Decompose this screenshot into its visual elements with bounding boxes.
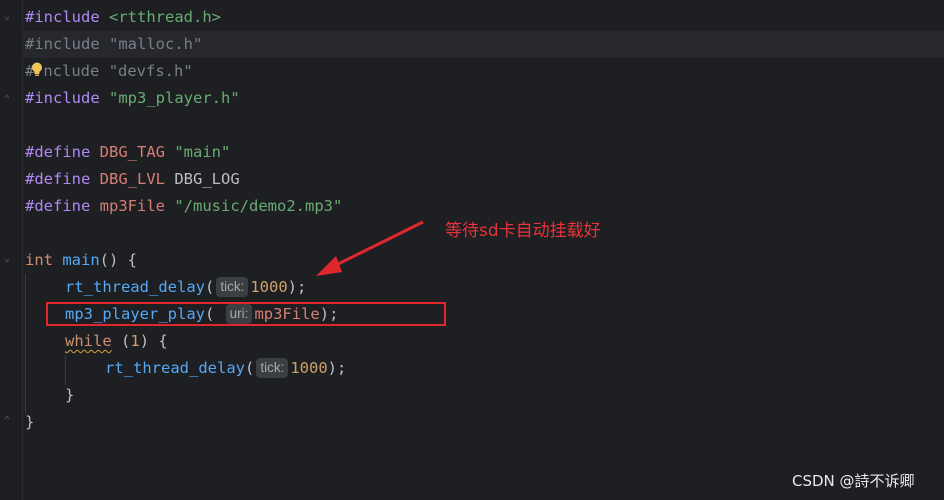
preprocessor-directive: #include bbox=[25, 89, 100, 107]
fold-marker-icon[interactable]: ⌄ bbox=[4, 254, 14, 264]
parameter-hint: tick: bbox=[256, 358, 289, 378]
closing-brace: } bbox=[25, 413, 35, 431]
lightbulb-icon[interactable] bbox=[31, 62, 43, 78]
indent-guide bbox=[65, 355, 66, 385]
code-line-13[interactable]: while (1) { bbox=[65, 328, 168, 355]
close-paren: ); bbox=[287, 278, 307, 296]
argument-value: 1000 bbox=[250, 278, 288, 296]
macro-value: "main" bbox=[174, 143, 231, 161]
code-line-15[interactable]: } bbox=[65, 382, 74, 409]
preprocessor-directive-tail: nclude bbox=[43, 62, 100, 80]
code-line-11[interactable]: rt_thread_delay(tick: 1000); bbox=[65, 274, 306, 301]
code-line-1[interactable]: #include <rtthread.h> bbox=[25, 4, 221, 31]
preprocessor-directive: #include bbox=[25, 8, 100, 26]
code-line-7[interactable]: #define DBG_LVL DBG_LOG bbox=[25, 166, 240, 193]
loop-condition: 1 bbox=[130, 332, 140, 350]
indent-guide bbox=[25, 274, 26, 414]
closing-brace: } bbox=[65, 386, 75, 404]
preprocessor-directive: #define bbox=[25, 197, 91, 215]
fold-marker-icon[interactable]: ⌄ bbox=[4, 12, 14, 22]
preprocessor-directive: #define bbox=[25, 170, 91, 188]
code-line-16[interactable]: } bbox=[25, 409, 34, 436]
preprocessor-directive: #include bbox=[25, 35, 100, 53]
fold-end-icon[interactable]: ⌃ bbox=[4, 95, 14, 105]
code-line-14[interactable]: rt_thread_delay(tick: 1000); bbox=[105, 355, 346, 382]
annotation-text: 等待sd卡自动挂载好 bbox=[445, 221, 601, 241]
preprocessor-directive: #define bbox=[25, 143, 91, 161]
open-paren: ( bbox=[111, 332, 131, 350]
highlight-box bbox=[46, 302, 446, 326]
argument-value: 1000 bbox=[290, 359, 328, 377]
code-line-6[interactable]: #define DBG_TAG "main" bbox=[25, 139, 230, 166]
open-paren: ( bbox=[204, 278, 215, 296]
function-call: rt_thread_delay bbox=[65, 278, 205, 296]
macro-name: DBG_LVL bbox=[99, 170, 165, 188]
macro-value: "/music/demo2.mp3" bbox=[174, 197, 343, 215]
code-line-3[interactable]: # nclude "devfs.h" bbox=[25, 58, 193, 85]
while-keyword: while bbox=[65, 332, 112, 350]
macro-name: DBG_TAG bbox=[99, 143, 165, 161]
macro-value: DBG_LOG bbox=[174, 170, 240, 188]
code-line-4[interactable]: #include "mp3_player.h" bbox=[25, 85, 240, 112]
gutter-divider bbox=[22, 0, 23, 500]
watermark: CSDN @詩不诉卿 bbox=[792, 472, 915, 490]
close-paren: ) { bbox=[139, 332, 168, 350]
return-type: int bbox=[25, 251, 53, 269]
code-line-8[interactable]: #define mp3File "/music/demo2.mp3" bbox=[25, 193, 342, 220]
parameter-hint: tick: bbox=[216, 277, 249, 297]
function-call: rt_thread_delay bbox=[105, 359, 245, 377]
include-path: "devfs.h" bbox=[108, 62, 193, 80]
code-line-10[interactable]: int main() { bbox=[25, 247, 137, 274]
function-name: main bbox=[62, 251, 100, 269]
function-signature-rest: () { bbox=[99, 251, 137, 269]
open-paren: ( bbox=[244, 359, 255, 377]
include-path: "mp3_player.h" bbox=[109, 89, 240, 107]
include-path: <rtthread.h> bbox=[109, 8, 221, 26]
code-line-2[interactable]: #include "malloc.h" bbox=[25, 31, 202, 58]
fold-end-icon[interactable]: ⌃ bbox=[4, 416, 14, 426]
code-editor[interactable]: ⌄ ⌃ ⌄ ⌃ #include <rtthread.h> #include "… bbox=[0, 0, 944, 500]
macro-name: mp3File bbox=[99, 197, 165, 215]
include-path: "malloc.h" bbox=[109, 35, 203, 53]
close-paren: ); bbox=[327, 359, 347, 377]
